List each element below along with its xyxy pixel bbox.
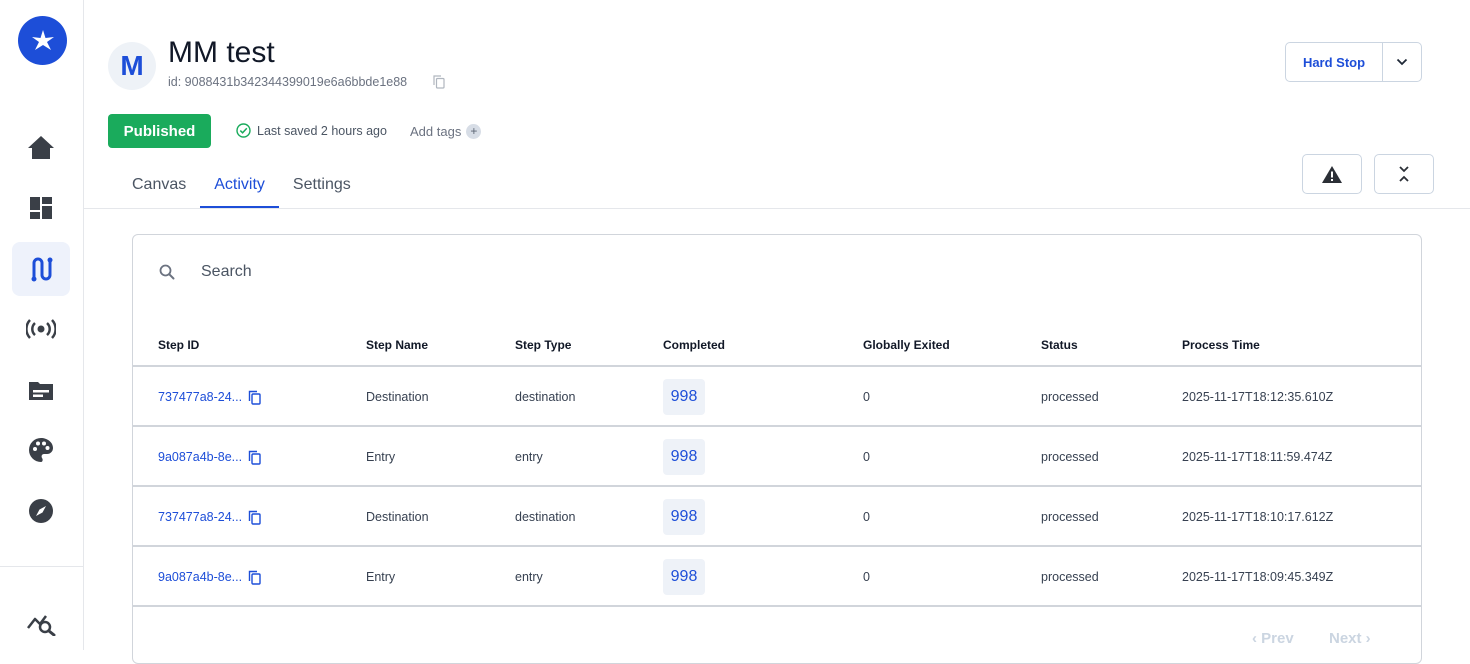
- status-cell: processed: [1041, 390, 1099, 404]
- check-circle-icon: [236, 123, 251, 138]
- hard-stop-dropdown-button[interactable]: [1383, 43, 1421, 81]
- process-time-cell: 2025-11-17T18:09:45.349Z: [1182, 570, 1334, 584]
- hard-stop-button[interactable]: Hard Stop: [1286, 43, 1383, 81]
- logo-star-icon: [31, 29, 54, 50]
- globally-exited-cell: 0: [863, 570, 870, 584]
- app-logo[interactable]: [18, 16, 67, 65]
- column-header-step-id[interactable]: Step ID: [158, 323, 199, 367]
- tab-canvas[interactable]: Canvas: [118, 164, 200, 208]
- step-name-cell: Entry: [366, 450, 396, 464]
- step-name-cell: Entry: [366, 570, 396, 584]
- step-id-link[interactable]: 9a087a4b-8e...: [158, 547, 261, 607]
- sidebar-item-broadcast[interactable]: [12, 302, 70, 356]
- process-time-cell: 2025-11-17T18:11:59.474Z: [1182, 450, 1333, 464]
- step-id-text: 9a087a4b-8e...: [158, 450, 243, 464]
- table-header: Step ID Step Name Step Type Completed Gl…: [133, 323, 1421, 367]
- journeys-icon: [31, 257, 53, 282]
- broadcast-icon: [26, 319, 56, 339]
- column-header-status[interactable]: Status: [1041, 323, 1078, 367]
- tab-settings[interactable]: Settings: [279, 164, 365, 208]
- next-page-button[interactable]: Next ›: [1329, 630, 1371, 647]
- step-id-text: 737477a8-24...: [158, 510, 243, 524]
- step-id-link[interactable]: 737477a8-24...: [158, 367, 261, 427]
- globally-exited-cell: 0: [863, 450, 870, 464]
- status-cell: processed: [1041, 570, 1099, 584]
- collapse-icon: [1399, 166, 1409, 182]
- table-row: 737477a8-24... Destination destination 9…: [133, 367, 1421, 427]
- completed-count-badge[interactable]: 998: [663, 559, 705, 595]
- sidebar: [0, 0, 84, 650]
- column-header-process-time[interactable]: Process Time: [1182, 323, 1260, 367]
- step-id-text: 737477a8-24...: [158, 390, 243, 404]
- step-type-cell: entry: [515, 450, 543, 464]
- process-time-cell: 2025-11-17T18:12:35.610Z: [1182, 390, 1334, 404]
- tabs-divider: [84, 208, 1470, 209]
- search-input[interactable]: [201, 263, 501, 281]
- tab-activity[interactable]: Activity: [200, 164, 279, 208]
- activity-panel: Step ID Step Name Step Type Completed Gl…: [132, 234, 1422, 664]
- dashboard-icon: [30, 197, 52, 219]
- status-cell: processed: [1041, 510, 1099, 524]
- globally-exited-cell: 0: [863, 390, 870, 404]
- copy-icon[interactable]: [248, 450, 261, 465]
- palette-icon: [29, 438, 53, 462]
- sidebar-item-home[interactable]: [12, 120, 70, 174]
- prev-page-button[interactable]: ‹ Prev: [1252, 630, 1294, 647]
- status-badge: Published: [108, 114, 211, 148]
- status-cell: processed: [1041, 450, 1099, 464]
- table-row: 9a087a4b-8e... Entry entry 998 0 process…: [133, 547, 1421, 607]
- sidebar-item-journeys[interactable]: [12, 242, 70, 296]
- search-bar: [159, 263, 501, 281]
- warning-icon: [1322, 165, 1342, 183]
- sidebar-item-analytics[interactable]: [12, 596, 70, 650]
- sidebar-item-folder[interactable]: [12, 363, 70, 417]
- journey-id: id: 9088431b342344399019e6a6bbde1e88: [168, 75, 408, 89]
- step-name-cell: Destination: [366, 510, 429, 524]
- folder-icon: [29, 382, 53, 400]
- chevron-down-icon: [1396, 58, 1408, 66]
- step-type-cell: destination: [515, 390, 576, 404]
- column-header-completed[interactable]: Completed: [663, 323, 725, 367]
- sidebar-item-explore[interactable]: [12, 484, 70, 538]
- completed-count-badge[interactable]: 998: [663, 499, 705, 535]
- column-header-globally-exited[interactable]: Globally Exited: [863, 323, 950, 367]
- step-id-link[interactable]: 9a087a4b-8e...: [158, 427, 261, 487]
- table-row: 9a087a4b-8e... Entry entry 998 0 process…: [133, 427, 1421, 487]
- home-icon: [28, 136, 54, 159]
- copy-icon[interactable]: [248, 510, 261, 525]
- add-tags-button[interactable]: Add tags +: [410, 124, 482, 139]
- plus-icon: +: [466, 124, 482, 139]
- last-saved-text: Last saved 2 hours ago: [257, 123, 387, 138]
- step-name-cell: Destination: [366, 390, 429, 404]
- avatar: M: [108, 42, 156, 90]
- step-type-cell: entry: [515, 570, 543, 584]
- warnings-button[interactable]: [1302, 154, 1362, 194]
- step-id-text: 9a087a4b-8e...: [158, 570, 243, 584]
- compass-icon: [29, 499, 53, 523]
- completed-count-badge[interactable]: 998: [663, 379, 705, 415]
- analytics-search-icon: [27, 615, 56, 636]
- add-tags-label: Add tags: [410, 124, 462, 139]
- globally-exited-cell: 0: [863, 510, 870, 524]
- step-type-cell: destination: [515, 510, 576, 524]
- column-header-step-name[interactable]: Step Name: [366, 323, 428, 367]
- search-icon: [159, 264, 175, 280]
- copy-icon[interactable]: [248, 390, 261, 405]
- collapse-button[interactable]: [1374, 154, 1434, 194]
- page-title: MM test: [168, 36, 275, 69]
- sidebar-item-palette[interactable]: [12, 423, 70, 477]
- table-row: 737477a8-24... Destination destination 9…: [133, 487, 1421, 547]
- process-time-cell: 2025-11-17T18:10:17.612Z: [1182, 510, 1334, 524]
- last-saved-indicator: Last saved 2 hours ago: [236, 123, 387, 138]
- step-id-link[interactable]: 737477a8-24...: [158, 487, 261, 547]
- hard-stop-split-button: Hard Stop: [1285, 42, 1422, 82]
- copy-id-icon[interactable]: [433, 75, 445, 94]
- column-header-step-type[interactable]: Step Type: [515, 323, 571, 367]
- completed-count-badge[interactable]: 998: [663, 439, 705, 475]
- sidebar-item-dashboard[interactable]: [12, 181, 70, 235]
- sidebar-divider: [0, 566, 84, 567]
- tab-bar: Canvas Activity Settings: [118, 164, 365, 208]
- copy-icon[interactable]: [248, 570, 261, 585]
